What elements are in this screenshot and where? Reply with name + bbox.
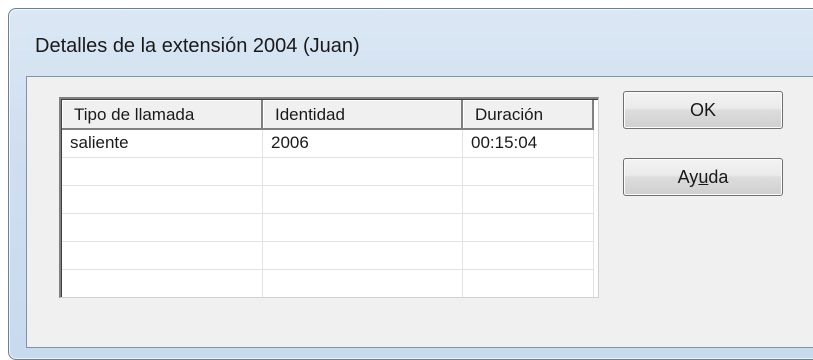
column-header-duration[interactable]: Duración bbox=[463, 100, 594, 130]
dialog-title: Detalles de la extensión 2004 (Juan) bbox=[35, 35, 360, 57]
cell-identity: 2006 bbox=[263, 130, 463, 158]
call-details-list[interactable]: Tipo de llamada Identidad Duración salie… bbox=[59, 97, 599, 298]
table-row[interactable]: saliente 2006 00:15:04 bbox=[62, 130, 598, 158]
table-row[interactable] bbox=[62, 186, 598, 214]
cell-duration bbox=[463, 270, 594, 297]
cell-identity bbox=[263, 214, 463, 242]
table-row[interactable] bbox=[62, 270, 598, 297]
cell-identity bbox=[263, 186, 463, 214]
cell-call-type bbox=[62, 270, 263, 297]
cell-call-type bbox=[62, 186, 263, 214]
table-row[interactable] bbox=[62, 214, 598, 242]
cell-call-type bbox=[62, 214, 263, 242]
help-label-post: da bbox=[708, 167, 729, 187]
help-label-accelerator: u bbox=[698, 167, 709, 187]
column-header-call-type[interactable]: Tipo de llamada bbox=[62, 100, 263, 130]
ok-button[interactable]: OK bbox=[623, 91, 783, 129]
cell-duration bbox=[463, 242, 594, 270]
cell-duration bbox=[463, 158, 594, 186]
cell-duration bbox=[463, 186, 594, 214]
cell-call-type bbox=[62, 242, 263, 270]
column-header-identity[interactable]: Identidad bbox=[263, 100, 463, 130]
cell-identity bbox=[263, 242, 463, 270]
cell-identity bbox=[263, 158, 463, 186]
cell-duration bbox=[463, 214, 594, 242]
table-row[interactable] bbox=[62, 242, 598, 270]
table-row[interactable] bbox=[62, 158, 598, 186]
cell-duration: 00:15:04 bbox=[463, 130, 594, 158]
help-button[interactable]: Ayuda bbox=[623, 158, 783, 196]
cell-identity bbox=[263, 270, 463, 297]
help-label-pre: Ay bbox=[677, 167, 699, 187]
cell-call-type bbox=[62, 158, 263, 186]
cell-call-type: saliente bbox=[62, 130, 263, 158]
list-header: Tipo de llamada Identidad Duración bbox=[62, 100, 598, 130]
